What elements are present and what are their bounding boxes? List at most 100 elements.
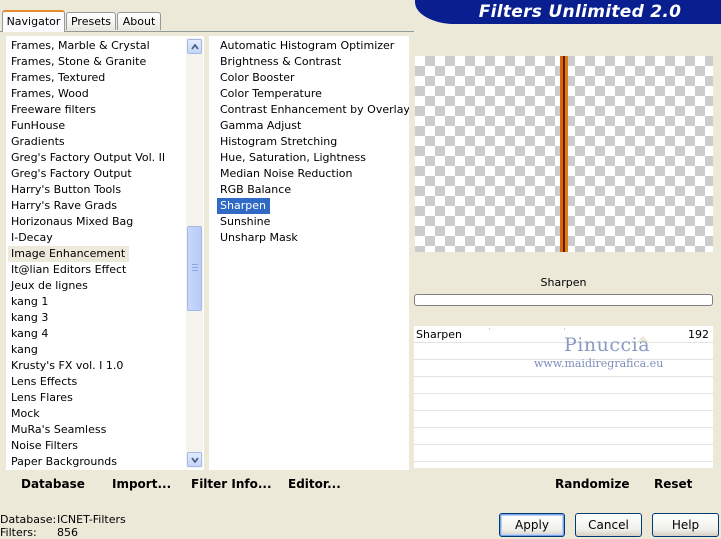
filter-info-button[interactable]: Filter Info... — [191, 476, 272, 492]
category-item-label: Freeware filters — [11, 103, 96, 116]
filter-item-label: Hue, Saturation, Lightness — [220, 151, 366, 164]
filter-item-label: Unsharp Mask — [220, 231, 298, 244]
category-item[interactable]: Harry's Rave Grads — [8, 198, 120, 214]
tab-about[interactable]: About — [117, 12, 161, 30]
slider-tick — [564, 328, 565, 330]
category-item[interactable]: Lens Flares — [8, 390, 76, 406]
database-button[interactable]: Database — [21, 476, 85, 492]
category-item[interactable]: Frames, Wood — [8, 86, 92, 102]
param-value: 192 — [688, 328, 709, 341]
category-item[interactable]: Gradients — [8, 134, 68, 150]
chevron-up-icon — [190, 43, 199, 50]
category-item[interactable]: Greg's Factory Output Vol. II — [8, 150, 168, 166]
category-items: Frames, Marble & Crystal Frames, Stone & … — [8, 38, 186, 468]
randomize-button[interactable]: Randomize — [555, 476, 629, 492]
category-item[interactable]: Horizonaus Mixed Bag — [8, 214, 136, 230]
param-label: Sharpen — [416, 328, 462, 341]
category-item-label: kang — [11, 343, 38, 356]
category-item-label: Noise Filters — [11, 439, 78, 452]
scroll-down-button[interactable] — [187, 452, 202, 467]
category-item[interactable]: Frames, Stone & Granite — [8, 54, 149, 70]
category-item-label: FunHouse — [11, 119, 66, 132]
category-item[interactable]: Noise Filters — [8, 438, 81, 454]
filter-item[interactable]: Sharpen — [217, 198, 270, 214]
chevron-down-icon — [190, 456, 199, 463]
filter-item[interactable]: Automatic Histogram Optimizer — [217, 38, 397, 54]
category-item-label: Jeux de lignes — [11, 279, 88, 292]
category-item[interactable]: Freeware filters — [8, 102, 99, 118]
app-banner: Filters Unlimited 2.0 — [415, 0, 721, 24]
filter-item[interactable]: Histogram Stretching — [217, 134, 340, 150]
grip-line — [192, 264, 198, 266]
preview-stripes — [560, 56, 568, 252]
category-item-label: Gradients — [11, 135, 65, 148]
filter-item[interactable]: Brightness & Contrast — [217, 54, 344, 70]
import-button[interactable]: Import... — [112, 476, 171, 492]
param-row-empty — [414, 411, 713, 428]
filter-items: Automatic Histogram Optimizer Brightness … — [217, 38, 409, 468]
category-item[interactable]: Jeux de lignes — [8, 278, 91, 294]
filter-item[interactable]: Color Temperature — [217, 86, 325, 102]
filter-item-label: Color Temperature — [220, 87, 322, 100]
filter-list[interactable]: Automatic Histogram Optimizer Brightness … — [209, 36, 409, 470]
category-item[interactable]: Lens Effects — [8, 374, 80, 390]
category-item-label: Krusty's FX vol. I 1.0 — [11, 359, 124, 372]
category-item-label: kang 1 — [11, 295, 49, 308]
category-item-label: Frames, Textured — [11, 71, 106, 84]
reset-button[interactable]: Reset — [654, 476, 692, 492]
category-item-label: Lens Flares — [11, 391, 73, 404]
category-item-label: Image Enhancement — [8, 246, 130, 262]
category-item[interactable]: kang — [8, 342, 41, 358]
category-item[interactable]: Paper Backgrounds — [8, 454, 120, 470]
category-item-label: Frames, Marble & Crystal — [11, 39, 150, 52]
category-item[interactable]: It@lian Editors Effect — [8, 262, 129, 278]
category-item[interactable]: FunHouse — [8, 118, 68, 134]
status-database-value: ICNET-Filters — [57, 513, 126, 526]
filter-name-label: Sharpen — [540, 276, 587, 289]
filter-item[interactable]: Contrast Enhancement by Overlay — [217, 102, 409, 118]
slider-tick — [489, 328, 490, 330]
category-item[interactable]: kang 4 — [8, 326, 51, 342]
filter-item[interactable]: Color Booster — [217, 70, 298, 86]
tab-presets[interactable]: Presets — [66, 12, 116, 30]
category-item[interactable]: kang 3 — [8, 310, 51, 326]
category-item-label: Frames, Stone & Granite — [11, 55, 147, 68]
param-row-empty — [414, 377, 713, 394]
apply-button[interactable]: Apply — [499, 513, 565, 537]
app-title: Filters Unlimited 2.0 — [478, 2, 682, 22]
filter-item[interactable]: Unsharp Mask — [217, 230, 301, 246]
grip-line — [192, 267, 198, 269]
scroll-up-button[interactable] — [187, 39, 202, 54]
category-item-label: It@lian Editors Effect — [11, 263, 127, 276]
category-item[interactable]: Mock — [8, 406, 43, 422]
parameter-area: Sharpen 192 Pinuccia www.maidiregrafica.… — [414, 326, 713, 468]
filter-item[interactable]: Sunshine — [217, 214, 273, 230]
category-item-label: Harry's Button Tools — [11, 183, 122, 196]
category-scroll-thumb[interactable] — [187, 226, 202, 312]
category-item[interactable]: Harry's Button Tools — [8, 182, 124, 198]
category-item[interactable]: MuRa's Seamless — [8, 422, 109, 438]
category-scrollbar[interactable] — [186, 38, 203, 468]
filter-item[interactable]: Median Noise Reduction — [217, 166, 356, 182]
category-item[interactable]: kang 1 — [8, 294, 51, 310]
filter-item[interactable]: Gamma Adjust — [217, 118, 304, 134]
category-item[interactable]: Greg's Factory Output — [8, 166, 135, 182]
cancel-button[interactable]: Cancel — [575, 513, 642, 537]
filter-item-label: Sunshine — [220, 215, 271, 228]
category-list[interactable]: Frames, Marble & Crystal Frames, Stone & … — [6, 36, 204, 470]
category-item-label: kang 3 — [11, 311, 49, 324]
category-item[interactable]: I-Decay — [8, 230, 56, 246]
help-button[interactable]: Help — [652, 513, 719, 537]
editor-button[interactable]: Editor... — [288, 476, 341, 492]
category-item-label: Mock — [11, 407, 40, 420]
category-item[interactable]: Frames, Textured — [8, 70, 108, 86]
filter-item[interactable]: RGB Balance — [217, 182, 294, 198]
category-item[interactable]: Image Enhancement — [8, 246, 130, 262]
category-item-label: MuRa's Seamless — [11, 423, 107, 436]
category-item-label: Greg's Factory Output Vol. II — [11, 151, 166, 164]
watermark-name: Pinuccia — [564, 334, 651, 356]
category-item[interactable]: Krusty's FX vol. I 1.0 — [8, 358, 126, 374]
filter-item[interactable]: Hue, Saturation, Lightness — [217, 150, 369, 166]
tab-navigator[interactable]: Navigator — [2, 10, 65, 32]
category-item[interactable]: Frames, Marble & Crystal — [8, 38, 153, 54]
